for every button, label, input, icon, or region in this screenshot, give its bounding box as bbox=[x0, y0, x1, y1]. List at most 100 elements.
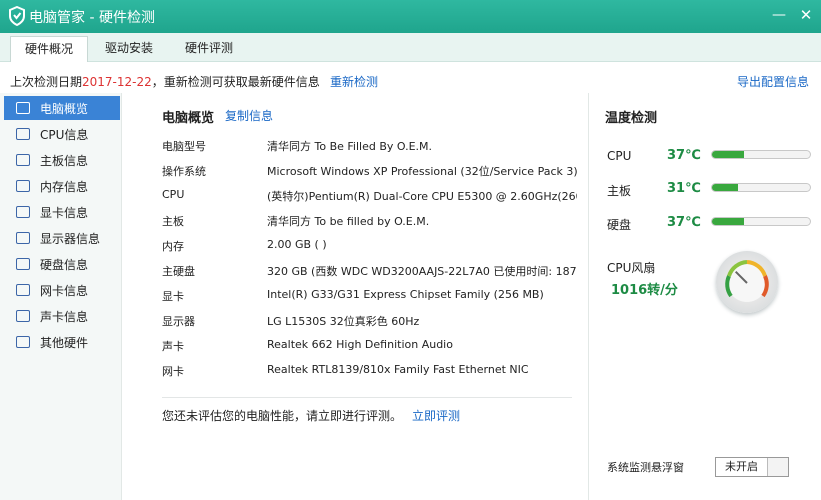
sidebar-item-label: 显卡信息 bbox=[40, 205, 89, 220]
graphics-card-icon bbox=[16, 206, 30, 218]
info-key: 电脑型号 bbox=[162, 140, 206, 153]
sidebar-item-label: 硬盘信息 bbox=[40, 257, 89, 272]
info-value: (英特尔)Pentium(R) Dual-Core CPU E5300 @ 2.… bbox=[267, 190, 577, 203]
sidebar-item-display[interactable]: 显示器信息 bbox=[4, 226, 120, 250]
thermometer-bar bbox=[711, 183, 811, 192]
motherboard-icon bbox=[16, 154, 30, 166]
info-row: 显示器 LG L1530S 32位真彩色 60Hz bbox=[162, 313, 582, 333]
sidebar-item-motherboard[interactable]: 主板信息 bbox=[4, 148, 120, 172]
sidebar-item-label: 声卡信息 bbox=[40, 309, 89, 324]
info-value: Microsoft Windows XP Professional (32位/S… bbox=[267, 165, 577, 178]
info-key: 声卡 bbox=[162, 340, 184, 353]
export-config-link[interactable]: 导出配置信息 bbox=[737, 73, 809, 90]
temp-row-motherboard: 主板 31℃ bbox=[607, 179, 817, 199]
info-row: 显卡 Intel(R) G33/G31 Express Chipset Fami… bbox=[162, 288, 582, 308]
info-value: Realtek 662 High Definition Audio bbox=[267, 338, 453, 351]
temp-value: 37℃ bbox=[667, 215, 701, 230]
sidebar-item-network-card[interactable]: 网卡信息 bbox=[4, 278, 120, 302]
info-row: CPU (英特尔)Pentium(R) Dual-Core CPU E5300 … bbox=[162, 188, 582, 208]
sidebar: 电脑概览 CPU信息 主板信息 内存信息 显卡信息 显示器信息 硬盘信息 网卡信… bbox=[0, 93, 122, 500]
temp-label: 硬盘 bbox=[607, 218, 632, 232]
info-key: 操作系统 bbox=[162, 165, 206, 178]
memory-icon bbox=[16, 180, 30, 192]
thermometer-fill bbox=[712, 151, 745, 158]
rescan-link[interactable]: 重新检测 bbox=[330, 73, 378, 90]
sidebar-item-label: 主板信息 bbox=[40, 153, 89, 168]
floating-window-label: 系统监测悬浮窗 bbox=[607, 461, 684, 474]
hard-disk-icon bbox=[16, 258, 30, 270]
minimize-button[interactable]: — bbox=[768, 4, 790, 26]
info-value: 320 GB (西数 WDC WD3200AAJS-22L7A0 已使用时间: … bbox=[267, 265, 577, 278]
sidebar-item-label: 电脑概览 bbox=[40, 101, 89, 116]
info-row: 内存 2.00 GB ( ) bbox=[162, 238, 582, 258]
overview-title: 电脑概览 bbox=[162, 111, 215, 126]
fan-label: CPU风扇 bbox=[607, 261, 656, 275]
tab-hardware-benchmark[interactable]: 硬件评测 bbox=[172, 36, 246, 62]
temp-label: CPU bbox=[607, 149, 632, 163]
sidebar-item-cpu[interactable]: CPU信息 bbox=[4, 122, 120, 146]
info-value: 清华同方 To be filled by O.E.M. bbox=[267, 215, 430, 228]
network-card-icon bbox=[16, 284, 30, 296]
last-check-suffix: ，重新检测可获取最新硬件信息 bbox=[151, 75, 320, 89]
sidebar-item-memory[interactable]: 内存信息 bbox=[4, 174, 120, 198]
sidebar-item-graphics-card[interactable]: 显卡信息 bbox=[4, 200, 120, 224]
copy-info-link[interactable]: 复制信息 bbox=[225, 107, 273, 124]
temp-label: 主板 bbox=[607, 184, 632, 198]
thermometer-bar bbox=[711, 217, 811, 226]
info-value: LG L1530S 32位真彩色 60Hz bbox=[267, 315, 420, 328]
tab-bar: 硬件概况 驱动安装 硬件评测 bbox=[0, 33, 821, 62]
info-value: Intel(R) G33/G31 Express Chipset Family … bbox=[267, 288, 544, 301]
info-value: 清华同方 To Be Filled By O.E.M. bbox=[267, 140, 433, 153]
info-key: 主硬盘 bbox=[162, 265, 195, 278]
info-key: 主板 bbox=[162, 215, 184, 228]
info-value: 2.00 GB ( ) bbox=[267, 238, 327, 251]
sidebar-item-label: 内存信息 bbox=[40, 179, 89, 194]
info-value: Realtek RTL8139/810x Family Fast Etherne… bbox=[267, 363, 529, 376]
temp-value: 31℃ bbox=[667, 181, 701, 196]
tab-hardware-overview[interactable]: 硬件概况 bbox=[10, 36, 88, 62]
shield-logo-icon bbox=[9, 6, 25, 26]
sidebar-item-overview[interactable]: 电脑概览 bbox=[4, 96, 120, 120]
info-key: 网卡 bbox=[162, 365, 184, 378]
sound-card-icon bbox=[16, 310, 30, 322]
assess-prompt: 您还未评估您的电脑性能，请立即进行评测。 bbox=[162, 409, 403, 423]
close-button[interactable]: ✕ bbox=[795, 4, 817, 26]
tab-driver-install[interactable]: 驱动安装 bbox=[92, 36, 166, 62]
sidebar-item-hard-disk[interactable]: 硬盘信息 bbox=[4, 252, 120, 276]
temperature-panel: 温度检测 CPU 37℃ 主板 31℃ 硬盘 37℃ CPU风扇 1016转/分… bbox=[588, 93, 821, 500]
toggle-state-label: 未开启 bbox=[716, 458, 768, 476]
window-title: 电脑管家 - 硬件检测 bbox=[29, 10, 155, 26]
last-check-date: 2017-12-22 bbox=[82, 75, 152, 89]
overview-panel: 电脑概览 复制信息 电脑型号 清华同方 To Be Filled By O.E.… bbox=[122, 93, 588, 500]
temp-value: 37℃ bbox=[667, 148, 701, 163]
temp-row-cpu: CPU 37℃ bbox=[607, 146, 817, 166]
assess-now-link[interactable]: 立即评测 bbox=[412, 407, 460, 424]
sidebar-item-label: 显示器信息 bbox=[40, 231, 101, 246]
divider bbox=[162, 397, 572, 398]
display-icon bbox=[16, 232, 30, 244]
other-hardware-icon bbox=[16, 336, 30, 348]
info-row: 网卡 Realtek RTL8139/810x Family Fast Ethe… bbox=[162, 363, 582, 383]
info-key: 显卡 bbox=[162, 290, 184, 303]
fan-speed: 1016转/分 bbox=[611, 283, 678, 298]
info-key: CPU bbox=[162, 188, 185, 201]
info-row: 主硬盘 320 GB (西数 WDC WD3200AAJS-22L7A0 已使用… bbox=[162, 263, 582, 283]
cpu-icon bbox=[16, 128, 30, 140]
last-check-prefix: 上次检测日期 bbox=[10, 75, 83, 89]
info-bar: 上次检测日期2017-12-22，重新检测可获取最新硬件信息 重新检测 导出配置… bbox=[0, 63, 821, 93]
sidebar-item-sound-card[interactable]: 声卡信息 bbox=[4, 304, 120, 328]
info-key: 内存 bbox=[162, 240, 184, 253]
fan-gauge-icon bbox=[716, 251, 778, 313]
thermometer-fill bbox=[712, 184, 739, 191]
info-row: 操作系统 Microsoft Windows XP Professional (… bbox=[162, 163, 582, 183]
thermometer-bar bbox=[711, 150, 811, 159]
monitor-icon bbox=[16, 102, 30, 114]
temperature-title: 温度检测 bbox=[605, 111, 658, 126]
floating-window-toggle[interactable]: 未开启 bbox=[715, 457, 789, 477]
sidebar-item-other-hardware[interactable]: 其他硬件 bbox=[4, 330, 120, 354]
info-row: 主板 清华同方 To be filled by O.E.M. bbox=[162, 213, 582, 233]
info-key: 显示器 bbox=[162, 315, 195, 328]
last-check-text: 上次检测日期2017-12-22，重新检测可获取最新硬件信息 bbox=[10, 73, 320, 90]
sidebar-item-label: CPU信息 bbox=[40, 127, 89, 142]
info-row: 声卡 Realtek 662 High Definition Audio bbox=[162, 338, 582, 358]
